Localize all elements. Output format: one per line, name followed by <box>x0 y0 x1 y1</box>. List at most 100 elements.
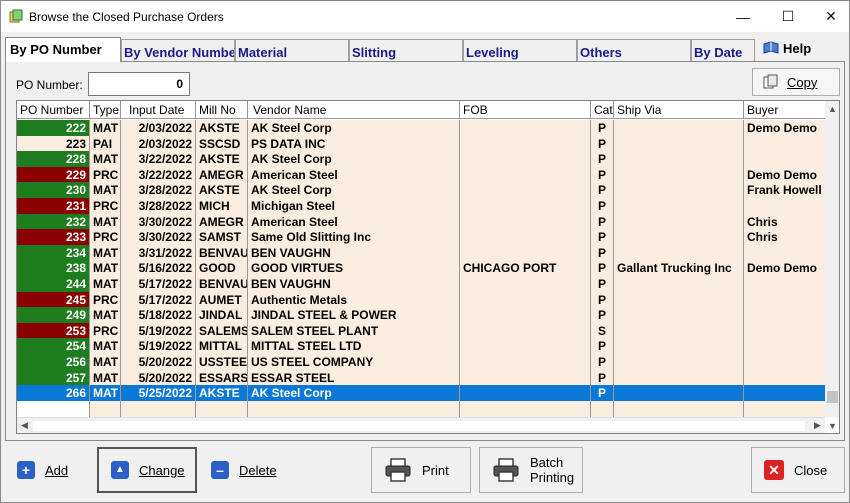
change-button[interactable]: ▲ Change <box>97 447 197 493</box>
tab-by-vendor-number[interactable]: By Vendor Number <box>121 39 235 61</box>
table-row[interactable]: 254 MAT 5/19/2022 MITTAL MITTAL STEEL LTD P <box>17 338 825 354</box>
cell-date: 3/28/2022 <box>121 182 196 198</box>
close-window-button[interactable]: ✕ <box>809 1 850 32</box>
scroll-right-arrow-icon[interactable]: ▶ <box>810 418 825 433</box>
filler-cell <box>614 400 744 417</box>
print-label: Print <box>422 462 449 478</box>
vertical-scroll-thumb[interactable] <box>827 391 838 403</box>
tab-bar: By PO Number By Vendor Number Material S… <box>5 37 845 62</box>
table-filler <box>17 400 825 417</box>
add-button[interactable]: + Add <box>5 447 93 493</box>
tab-material[interactable]: Material <box>235 39 349 61</box>
col-buyer[interactable]: Buyer <box>744 101 825 119</box>
table-row[interactable]: 230 MAT 3/28/2022 AKSTE AK Steel Corp P Frank … <box>17 182 825 198</box>
filler-cell <box>17 400 90 417</box>
col-vendor-name[interactable]: Vendor Name <box>248 101 460 119</box>
col-fob[interactable]: FOB <box>460 101 591 119</box>
table-row[interactable]: 229 PRC 3/22/2022 AMEGR American Steel P Demo … <box>17 166 825 183</box>
cell-buyer <box>744 276 825 292</box>
cell-fob <box>460 354 591 370</box>
tab-by-date[interactable]: By Date <box>691 39 755 61</box>
delete-button[interactable]: – Delete <box>199 447 295 493</box>
help-button[interactable]: Help <box>755 37 843 59</box>
table-row[interactable]: 257 MAT 5/20/2022 ESSARS ESSAR STEEL P <box>17 369 825 386</box>
table-row[interactable]: 244 MAT 5/17/2022 BENVAU BEN VAUGHN P <box>17 276 825 292</box>
app-icon <box>9 9 23 23</box>
table-row[interactable]: 231 PRC 3/28/2022 MICH Michigan Steel P <box>17 198 825 214</box>
table-row[interactable]: 238 MAT 5/16/2022 GOOD GOOD VIRTUES CHICAGO P… <box>17 260 825 276</box>
cell-po: 238 <box>17 260 90 276</box>
cell-vendor: Authentic Metals <box>248 291 460 308</box>
table-row[interactable]: 222 MAT 2/03/2022 AKSTE AK Steel Corp P Demo D… <box>17 120 825 136</box>
po-number-input[interactable]: 0 <box>88 72 190 96</box>
copy-button[interactable]: Copy <box>752 68 840 96</box>
batch-label-line1: Batch <box>530 455 564 470</box>
cell-date: 2/03/2022 <box>121 135 196 152</box>
horizontal-scrollbar[interactable]: ◀ ▶ ▼ <box>17 417 837 433</box>
col-input-date[interactable]: Input Date <box>121 101 196 119</box>
cell-type: PRC <box>90 291 121 308</box>
tab-slitting[interactable]: Slitting <box>349 39 463 61</box>
col-type[interactable]: Type <box>90 101 121 119</box>
po-table: PO Number Type Input Date Mill No Vendor… <box>16 100 840 434</box>
cell-cat: P <box>591 385 614 401</box>
table-row[interactable]: 249 MAT 5/18/2022 JINDAL JINDAL STEEL & POWE… <box>17 307 825 323</box>
horizontal-scroll-thumb[interactable] <box>33 421 805 431</box>
filler-cell <box>90 400 121 417</box>
cell-type: PRC <box>90 166 121 183</box>
table-row[interactable]: 256 MAT 5/20/2022 USSTEE US STEEL COMPANY P <box>17 354 825 370</box>
cell-buyer <box>744 198 825 214</box>
cell-mill: AMEGR <box>196 166 248 183</box>
table-row[interactable]: 234 MAT 3/31/2022 BENVAU BEN VAUGHN P <box>17 244 825 261</box>
table-row[interactable]: 245 PRC 5/17/2022 AUMET Authentic Metals P <box>17 291 825 308</box>
batch-printing-button[interactable]: Batch Printing <box>479 447 583 493</box>
tab-leveling[interactable]: Leveling <box>463 39 577 61</box>
col-mill-no[interactable]: Mill No <box>196 101 248 119</box>
cell-date: 3/22/2022 <box>121 166 196 183</box>
cell-po: 256 <box>17 354 90 370</box>
table-row[interactable]: 233 PRC 3/30/2022 SAMST Same Old Slitting In… <box>17 229 825 245</box>
cell-type: MAT <box>90 260 121 276</box>
cell-date: 3/30/2022 <box>121 213 196 230</box>
cell-buyer <box>744 369 825 386</box>
tab-by-po-number[interactable]: By PO Number <box>5 37 121 62</box>
tab-others[interactable]: Others <box>577 39 691 61</box>
scroll-down-arrow-icon[interactable]: ▼ <box>825 418 839 433</box>
close-button[interactable]: ✕ Close <box>751 447 845 493</box>
filler-cell <box>744 400 825 417</box>
cell-buyer: Frank Howell <box>744 182 825 198</box>
cell-type: MAT <box>90 338 121 354</box>
cell-cat: P <box>591 244 614 261</box>
cell-fob <box>460 244 591 261</box>
triangle-up-icon: ▲ <box>111 461 129 479</box>
plus-icon: + <box>17 461 35 479</box>
cell-vendor: MITTAL STEEL LTD <box>248 338 460 354</box>
vertical-scrollbar[interactable]: ▲ <box>825 101 839 417</box>
col-ship-via[interactable]: Ship Via <box>614 101 744 119</box>
cell-po: 234 <box>17 244 90 261</box>
scroll-up-arrow-icon[interactable]: ▲ <box>825 101 839 116</box>
minimize-button[interactable]: — <box>721 1 765 32</box>
cell-mill: AKSTE <box>196 151 248 167</box>
col-cat[interactable]: Cat <box>591 101 614 119</box>
table-row[interactable]: 228 MAT 3/22/2022 AKSTE AK Steel Corp P <box>17 151 825 167</box>
table-row[interactable]: 232 MAT 3/30/2022 AMEGR American Steel P Chris <box>17 213 825 230</box>
cell-mill: AKSTE <box>196 385 248 401</box>
col-po-number[interactable]: PO Number <box>17 101 90 119</box>
print-button[interactable]: Print <box>371 447 471 493</box>
cell-mill: SAMST <box>196 229 248 245</box>
maximize-button[interactable]: ☐ <box>766 1 810 32</box>
table-row[interactable]: 223 PAI 2/03/2022 SSCSD PS DATA INC P <box>17 135 825 152</box>
cell-po: 244 <box>17 276 90 292</box>
cell-ship <box>614 151 744 167</box>
cell-buyer <box>744 307 825 323</box>
scroll-left-arrow-icon[interactable]: ◀ <box>17 418 32 433</box>
cell-type: MAT <box>90 244 121 261</box>
filler-cell <box>460 400 591 417</box>
table-row[interactable]: 266 MAT 5/25/2022 AKSTE AK Steel Corp P <box>17 385 825 401</box>
cell-cat: P <box>591 166 614 183</box>
cell-type: MAT <box>90 182 121 198</box>
table-row[interactable]: 253 PRC 5/19/2022 SALEMS SALEM STEEL PLANT S <box>17 322 825 339</box>
filler-cell <box>248 400 460 417</box>
cell-mill: BENVAU <box>196 244 248 261</box>
